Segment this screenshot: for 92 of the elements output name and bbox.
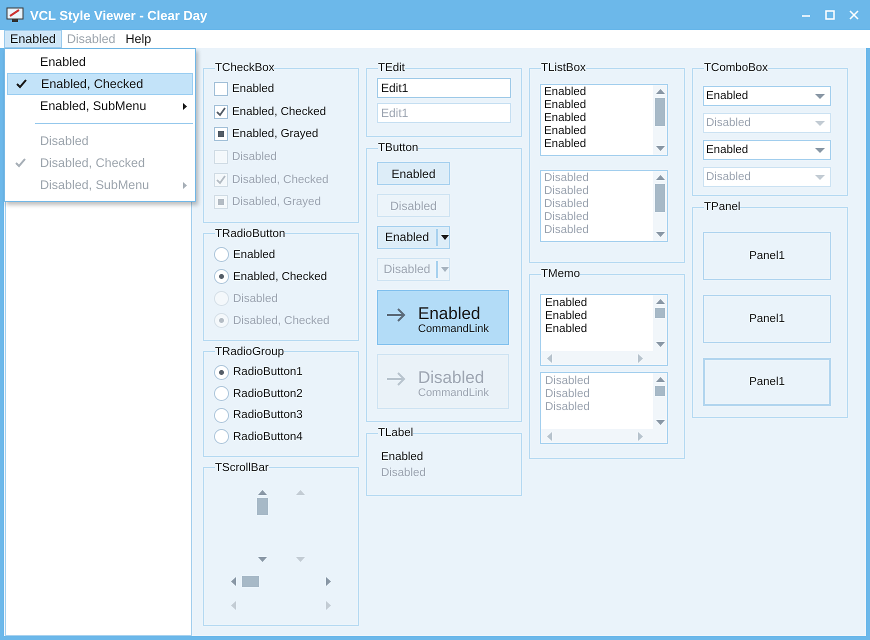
split-button[interactable]: Enabled [377,226,450,249]
up-arrow-icon[interactable] [258,490,266,495]
submenu-arrow-icon [183,182,187,188]
group-title: TEdit [378,62,405,74]
scroll-thumb[interactable] [655,98,665,126]
memo-line: Disabled [545,375,591,388]
list-item[interactable]: Enabled [544,86,650,99]
command-link-title: Enabled [418,305,482,323]
group-title: TComboBox [704,62,768,74]
radio-label: RadioButton3 [233,409,303,422]
menu-item[interactable]: Help [120,30,156,48]
right-arrow-icon[interactable] [326,600,331,610]
group-title: TListBox [541,62,586,74]
list-box[interactable]: Enabled Enabled Enabled Enabled Enabled [540,84,668,156]
radio-label: Disabled, Checked [233,314,330,327]
down-arrow-icon[interactable] [258,556,266,562]
menu-item[interactable]: Enabled, Checked [7,73,193,95]
down-arrow-icon[interactable] [296,556,304,562]
radio-button[interactable] [214,269,229,284]
group-title: TRadioGroup [215,346,284,358]
group-title: TPanel [704,201,740,213]
radio-label: Enabled [233,248,276,261]
checkbox-label: Enabled, Checked [232,106,326,118]
radio-button[interactable] [214,408,229,423]
radio-label: RadioButton1 [233,366,303,378]
memo-line: Enabled [545,297,588,310]
checkbox[interactable] [214,82,228,96]
group-title: TCheckBox [215,62,274,74]
group-title: TScrollBar [215,462,269,474]
memo-line: Disabled [545,388,591,401]
menu-item[interactable]: Enabled [4,30,62,48]
scroll-thumb[interactable] [655,308,665,318]
scroll-thumb[interactable] [242,576,259,587]
command-link-button[interactable]: Enabled CommandLink [377,290,509,345]
list-item[interactable]: Enabled [544,138,650,151]
caret-icon[interactable] [441,235,449,240]
list-item[interactable]: Enabled [544,125,650,138]
radio-label: RadioButton4 [233,430,303,443]
checkbox-label: Disabled [232,151,277,164]
list-item[interactable]: Enabled [544,99,650,112]
combo-box[interactable]: Enabled [703,140,831,160]
checkbox-label: Enabled, Grayed [232,128,318,140]
radio-button[interactable] [214,386,229,402]
right-arrow-icon[interactable] [638,354,643,362]
command-link-note: CommandLink [418,387,489,399]
maximize-icon[interactable] [825,10,835,20]
right-arrow-icon[interactable] [326,576,331,586]
menu-item[interactable]: Enabled, SubMenu [7,95,193,117]
radio-button[interactable] [214,247,229,262]
radio-label: Enabled, Checked [233,270,327,283]
memo-line: Enabled [545,310,588,323]
combo-box[interactable]: Enabled [703,86,831,106]
checkbox-label: Enabled [232,83,274,96]
menu-item[interactable]: Enabled [7,51,193,73]
submenu-arrow-icon [183,102,187,110]
command-link-note: CommandLink [418,323,489,335]
label-text: Disabled [381,466,427,481]
monitor-icon [6,7,24,23]
group-title: TRadioButton [215,228,286,240]
text-field[interactable]: Edit1 [377,78,511,98]
panel: Panel1 [703,295,831,343]
scroll-thumb[interactable] [256,498,268,515]
arrow-icon [386,308,406,322]
label-text: Enabled [381,450,424,465]
down-arrow-icon[interactable] [656,342,664,347]
memo-box[interactable]: Enabled Enabled Enabled [540,294,668,366]
left-arrow-icon[interactable] [231,576,236,586]
up-arrow-icon[interactable] [656,89,664,94]
checkbox[interactable] [214,127,228,142]
radio-label: RadioButton2 [233,388,303,400]
window-title: VCL Style Viewer - Clear Day [30,8,208,22]
radio-button[interactable] [214,429,229,444]
up-arrow-icon[interactable] [656,299,664,304]
radio-label: Disabled [233,292,278,305]
radio-button[interactable] [214,364,229,380]
command-link-title: Disabled [418,369,486,387]
push-button[interactable]: Enabled [377,162,450,185]
checkbox-label: Disabled, Checked [232,174,329,186]
down-arrow-icon[interactable] [656,146,664,151]
checkbox[interactable] [214,104,228,119]
left-arrow-icon[interactable] [547,354,552,362]
close-icon[interactable] [849,10,859,20]
group-title: TLabel [378,427,414,439]
arrow-icon [386,372,406,386]
memo-line: Enabled [545,323,588,336]
panel: Panel1 [703,358,831,406]
group-title: TButton [378,142,418,154]
panel: Panel1 [703,232,831,280]
list-item[interactable]: Enabled [544,112,650,125]
group-title: TMemo [541,268,580,280]
memo-line: Disabled [545,401,591,414]
checkbox-label: Disabled, Grayed [232,196,321,208]
